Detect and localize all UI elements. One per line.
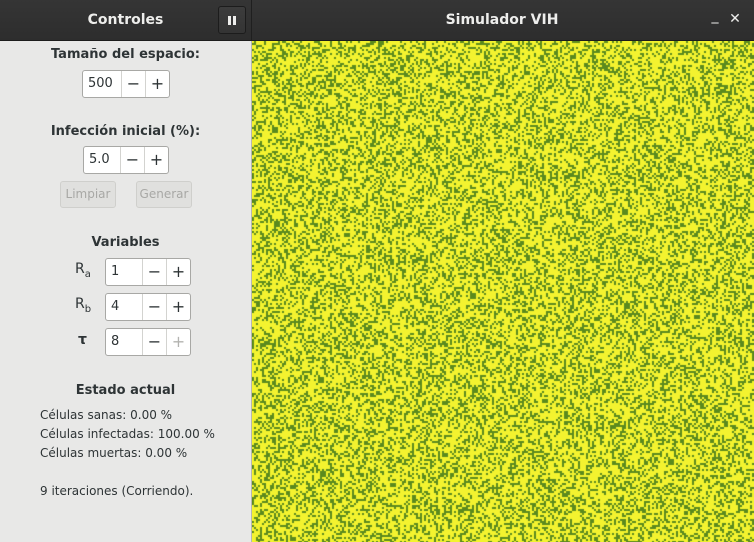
initial-infection-label: Infección inicial (%):: [50, 124, 201, 139]
minus-icon: −: [125, 150, 140, 169]
initial-infection-value[interactable]: 5.0: [84, 147, 120, 173]
ra-label: Ra: [75, 261, 91, 280]
space-size-increment-button[interactable]: +: [145, 71, 169, 97]
clear-button[interactable]: Limpiar: [60, 181, 116, 208]
rb-increment-button[interactable]: +: [166, 294, 190, 320]
plus-icon: +: [171, 332, 186, 351]
space-size-spinner[interactable]: 500 − +: [82, 70, 170, 98]
tau-decrement-button[interactable]: −: [142, 329, 166, 355]
minimize-button[interactable]: _: [706, 7, 724, 25]
minus-icon: −: [147, 297, 162, 316]
minus-icon: −: [147, 262, 162, 281]
tau-increment-button[interactable]: +: [166, 329, 190, 355]
healthy-cells-text: Células sanas: 0.00 %: [40, 408, 173, 422]
titlebar: Controles Simulador VIH _ ✕: [0, 0, 754, 41]
space-size-decrement-button[interactable]: −: [121, 71, 145, 97]
iterations-text: 9 iteraciones (Corriendo).: [40, 484, 194, 498]
plus-icon: +: [171, 262, 186, 281]
space-size-value[interactable]: 500: [83, 71, 121, 97]
plus-icon: +: [150, 74, 165, 93]
window-title: Simulador VIH: [445, 12, 559, 28]
pause-icon: [228, 15, 236, 25]
rb-value[interactable]: 4: [106, 294, 142, 320]
rb-subscript: b: [84, 303, 92, 315]
ra-spinner[interactable]: 1 − +: [105, 258, 191, 286]
ra-letter: R: [75, 261, 85, 277]
rb-spinner[interactable]: 4 − +: [105, 293, 191, 321]
minus-icon: −: [147, 332, 162, 351]
dead-cells-text: Células muertas: 0.00 %: [40, 446, 188, 460]
generate-button[interactable]: Generar: [136, 181, 192, 208]
initial-infection-increment-button[interactable]: +: [144, 147, 168, 173]
status-heading: Estado actual: [75, 383, 176, 398]
simulation-canvas[interactable]: [252, 41, 754, 542]
rb-decrement-button[interactable]: −: [142, 294, 166, 320]
sidebar-title: Controles: [87, 12, 164, 28]
initial-infection-spinner[interactable]: 5.0 − +: [83, 146, 169, 174]
tau-label: τ: [78, 332, 87, 348]
ra-value[interactable]: 1: [106, 259, 142, 285]
ra-subscript: a: [84, 268, 91, 280]
pause-button[interactable]: [218, 6, 246, 34]
close-button[interactable]: ✕: [726, 10, 744, 28]
simulation-grid[interactable]: [252, 41, 754, 542]
tau-spinner[interactable]: 8 − +: [105, 328, 191, 356]
ra-increment-button[interactable]: +: [166, 259, 190, 285]
rb-letter: R: [75, 296, 85, 312]
controls-sidebar: Tamaño del espacio: 500 − + Infección in…: [0, 41, 251, 542]
initial-infection-decrement-button[interactable]: −: [120, 147, 144, 173]
space-size-label: Tamaño del espacio:: [50, 47, 201, 62]
infected-cells-text: Células infectadas: 100.00 %: [40, 427, 215, 441]
tau-value[interactable]: 8: [106, 329, 142, 355]
minus-icon: −: [126, 74, 141, 93]
rb-label: Rb: [75, 296, 91, 315]
plus-icon: +: [149, 150, 164, 169]
variables-heading: Variables: [91, 235, 160, 250]
plus-icon: +: [171, 297, 186, 316]
ra-decrement-button[interactable]: −: [142, 259, 166, 285]
